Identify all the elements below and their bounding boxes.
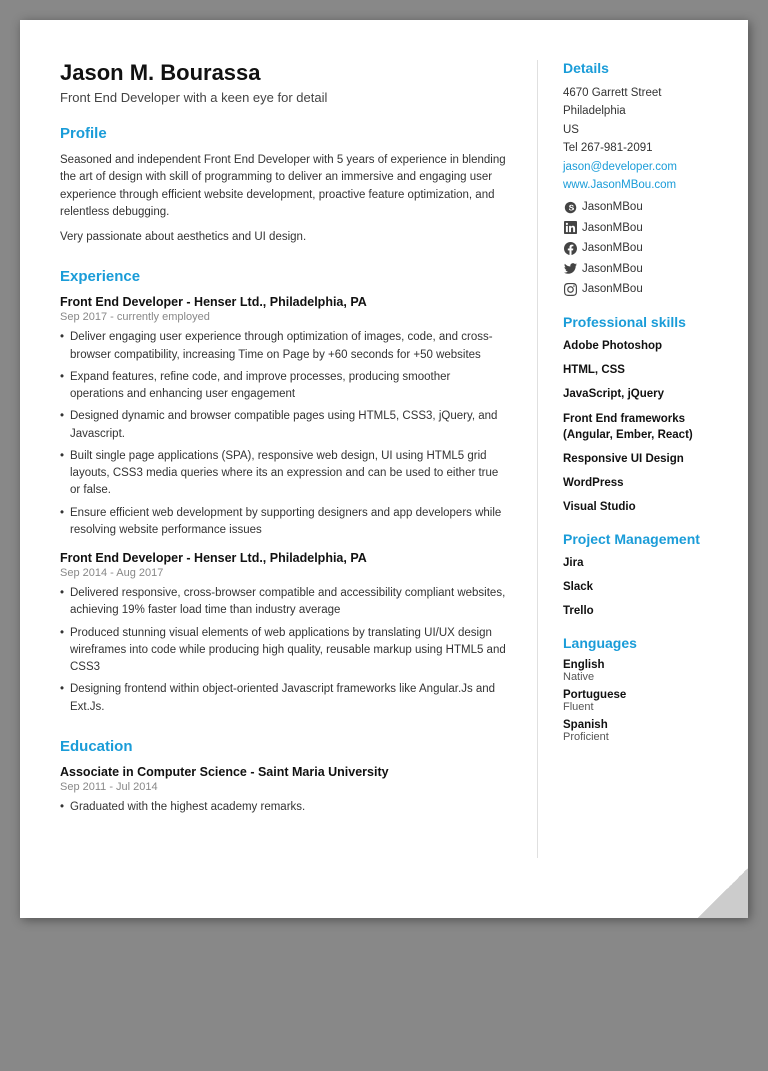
facebook-handle: JasonMBou — [582, 239, 643, 257]
edu-bullets: Graduated with the highest academy remar… — [60, 799, 507, 816]
skill-item: Adobe Photoshop — [563, 338, 728, 354]
lang-level: Native — [563, 671, 728, 683]
facebook-icon — [563, 241, 577, 255]
pm-item: Trello — [563, 603, 728, 619]
profile-text-2: Very passionate about aesthetics and UI … — [60, 229, 507, 246]
social-skype: JasonMBou — [563, 198, 728, 216]
twitter-handle: JasonMBou — [582, 260, 643, 278]
skill-item: HTML, CSS — [563, 362, 728, 378]
job-2-date: Sep 2014 - Aug 2017 — [60, 567, 507, 579]
right-column: Details 4670 Garrett Street Philadelphia… — [538, 60, 748, 858]
language-portuguese: Portuguese Fluent — [563, 689, 728, 713]
job-1-date: Sep 2017 - currently employed — [60, 311, 507, 323]
job-2-bullets: Delivered responsive, cross-browser comp… — [60, 585, 507, 716]
lang-name: English — [563, 659, 728, 671]
instagram-handle: JasonMBou — [582, 280, 643, 298]
education-heading: Education — [60, 738, 507, 755]
linkedin-icon — [563, 221, 577, 235]
left-column: Jason M. Bourassa Front End Developer wi… — [20, 60, 538, 858]
profile-heading: Profile — [60, 125, 507, 142]
profile-text-1: Seasoned and independent Front End Devel… — [60, 152, 507, 221]
list-item: Produced stunning visual elements of web… — [60, 625, 507, 677]
lang-level: Fluent — [563, 701, 728, 713]
instagram-icon — [563, 282, 577, 296]
edu-title: Associate in Computer Science - Saint Ma… — [60, 765, 507, 779]
list-item: Designing frontend within object-oriente… — [60, 681, 507, 716]
skype-handle: JasonMBou — [582, 198, 643, 216]
social-twitter: JasonMBou — [563, 260, 728, 278]
name-block: Jason M. Bourassa Front End Developer wi… — [60, 60, 507, 105]
social-linkedin: JasonMBou — [563, 219, 728, 237]
social-facebook: JasonMBou — [563, 239, 728, 257]
pm-heading: Project Management — [563, 531, 728, 547]
edu-date: Sep 2011 - Jul 2014 — [60, 781, 507, 793]
lang-name: Portuguese — [563, 689, 728, 701]
job-1-bullets: Deliver engaging user experience through… — [60, 329, 507, 539]
experience-heading: Experience — [60, 268, 507, 285]
skill-item: Visual Studio — [563, 499, 728, 515]
list-item: Graduated with the highest academy remar… — [60, 799, 507, 816]
job-2: Front End Developer - Henser Ltd., Phila… — [60, 551, 507, 716]
list-item: Built single page applications (SPA), re… — [60, 448, 507, 500]
pm-item: Slack — [563, 579, 728, 595]
skill-item: Front End frameworks (Angular, Ember, Re… — [563, 411, 728, 443]
lang-name: Spanish — [563, 719, 728, 731]
address-line1: 4670 Garrett Street — [563, 84, 728, 102]
pm-item: Jira — [563, 555, 728, 571]
education-block: Associate in Computer Science - Saint Ma… — [60, 765, 507, 816]
job-title: Front End Developer with a keen eye for … — [60, 90, 507, 105]
skill-item: WordPress — [563, 475, 728, 491]
social-instagram: JasonMBou — [563, 280, 728, 298]
skills-heading: Professional skills — [563, 314, 728, 330]
job-1: Front End Developer - Henser Ltd., Phila… — [60, 295, 507, 539]
website-link[interactable]: www.JasonMBou.com — [563, 176, 728, 194]
languages-heading: Languages — [563, 635, 728, 651]
job-2-title: Front End Developer - Henser Ltd., Phila… — [60, 551, 507, 565]
list-item: Expand features, refine code, and improv… — [60, 369, 507, 404]
language-spanish: Spanish Proficient — [563, 719, 728, 743]
list-item: Deliver engaging user experience through… — [60, 329, 507, 364]
email-link[interactable]: jason@developer.com — [563, 158, 728, 176]
twitter-icon — [563, 262, 577, 276]
lang-level: Proficient — [563, 731, 728, 743]
resume-page: Jason M. Bourassa Front End Developer wi… — [20, 20, 748, 918]
skype-icon — [563, 201, 577, 215]
full-name: Jason M. Bourassa — [60, 60, 507, 86]
details-heading: Details — [563, 60, 728, 76]
skill-item: JavaScript, jQuery — [563, 386, 728, 402]
job-1-title: Front End Developer - Henser Ltd., Phila… — [60, 295, 507, 309]
page-number: 2/2 — [713, 891, 728, 903]
address-line3: US — [563, 121, 728, 139]
list-item: Ensure efficient web development by supp… — [60, 505, 507, 540]
telephone: Tel 267-981-2091 — [563, 139, 728, 157]
linkedin-handle: JasonMBou — [582, 219, 643, 237]
address-line2: Philadelphia — [563, 102, 728, 120]
list-item: Delivered responsive, cross-browser comp… — [60, 585, 507, 620]
language-english: English Native — [563, 659, 728, 683]
list-item: Designed dynamic and browser compatible … — [60, 408, 507, 443]
skill-item: Responsive UI Design — [563, 451, 728, 467]
